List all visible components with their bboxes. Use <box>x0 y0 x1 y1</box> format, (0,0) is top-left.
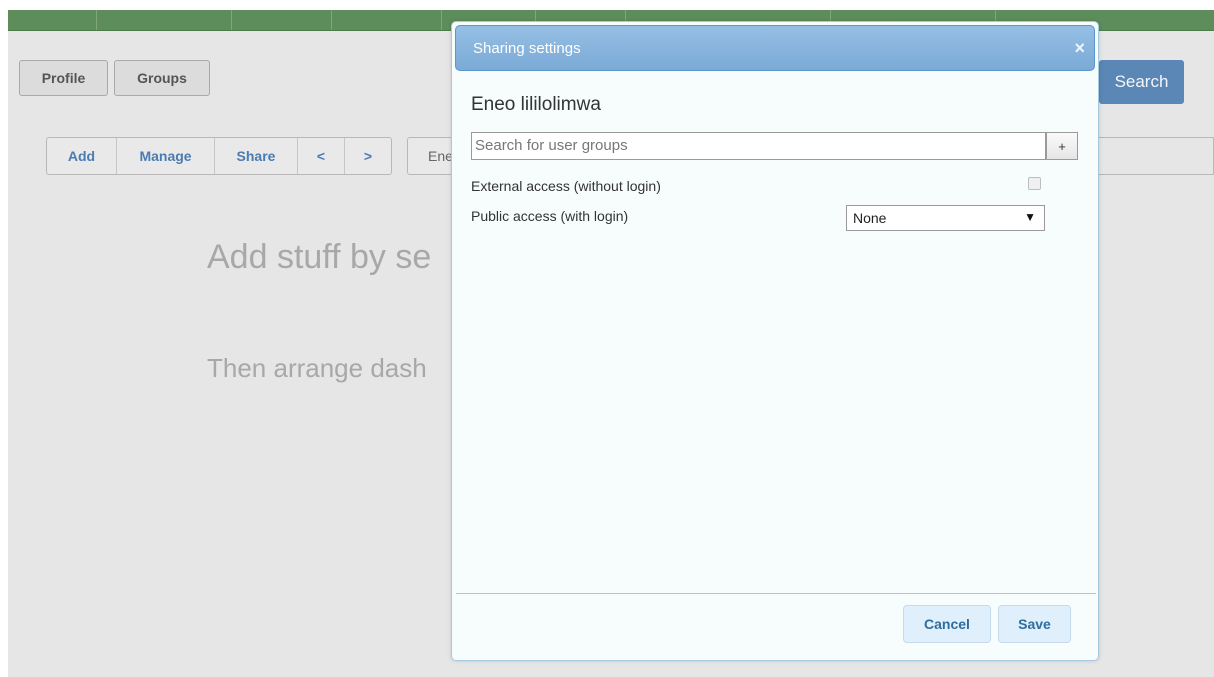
dialog-footer-divider <box>456 593 1096 594</box>
shared-object-name: Eneo lililolimwa <box>471 94 601 115</box>
groups-button[interactable]: Groups <box>114 60 210 96</box>
dialog-title-bar: Sharing settings × <box>455 25 1095 71</box>
share-button[interactable]: Share <box>215 138 298 174</box>
header-divider <box>441 10 442 30</box>
close-icon[interactable]: × <box>1074 39 1085 57</box>
cancel-button[interactable]: Cancel <box>903 605 991 643</box>
empty-dashboard-hint: Add stuff by se <box>207 238 432 276</box>
dashboard-toolbar: Add Manage Share < > <box>46 137 392 175</box>
header-divider <box>231 10 232 30</box>
external-access-checkbox[interactable] <box>1028 177 1041 190</box>
toolbar-extension <box>1099 137 1214 175</box>
next-button[interactable]: > <box>345 138 391 174</box>
arrange-dashboard-hint: Then arrange dash <box>207 353 427 383</box>
public-access-value: None <box>853 210 887 226</box>
public-access-select[interactable]: None ▼ <box>846 205 1045 231</box>
user-group-search-input[interactable]: Search for user groups <box>471 132 1046 160</box>
previous-button[interactable]: < <box>298 138 345 174</box>
save-button[interactable]: Save <box>998 605 1071 643</box>
header-divider <box>96 10 97 30</box>
search-button[interactable]: Search <box>1099 60 1184 104</box>
profile-button[interactable]: Profile <box>19 60 108 96</box>
add-button[interactable]: Add <box>47 138 117 174</box>
sharing-settings-dialog: Sharing settings × Eneo lililolimwa Sear… <box>451 21 1099 661</box>
add-user-group-button[interactable]: + <box>1046 132 1078 160</box>
header-divider <box>331 10 332 30</box>
dialog-title: Sharing settings <box>473 40 581 57</box>
manage-button[interactable]: Manage <box>117 138 215 174</box>
caret-down-icon: ▼ <box>1024 210 1036 224</box>
public-access-label: Public access (with login) <box>471 208 629 224</box>
external-access-label: External access (without login) <box>471 178 661 194</box>
